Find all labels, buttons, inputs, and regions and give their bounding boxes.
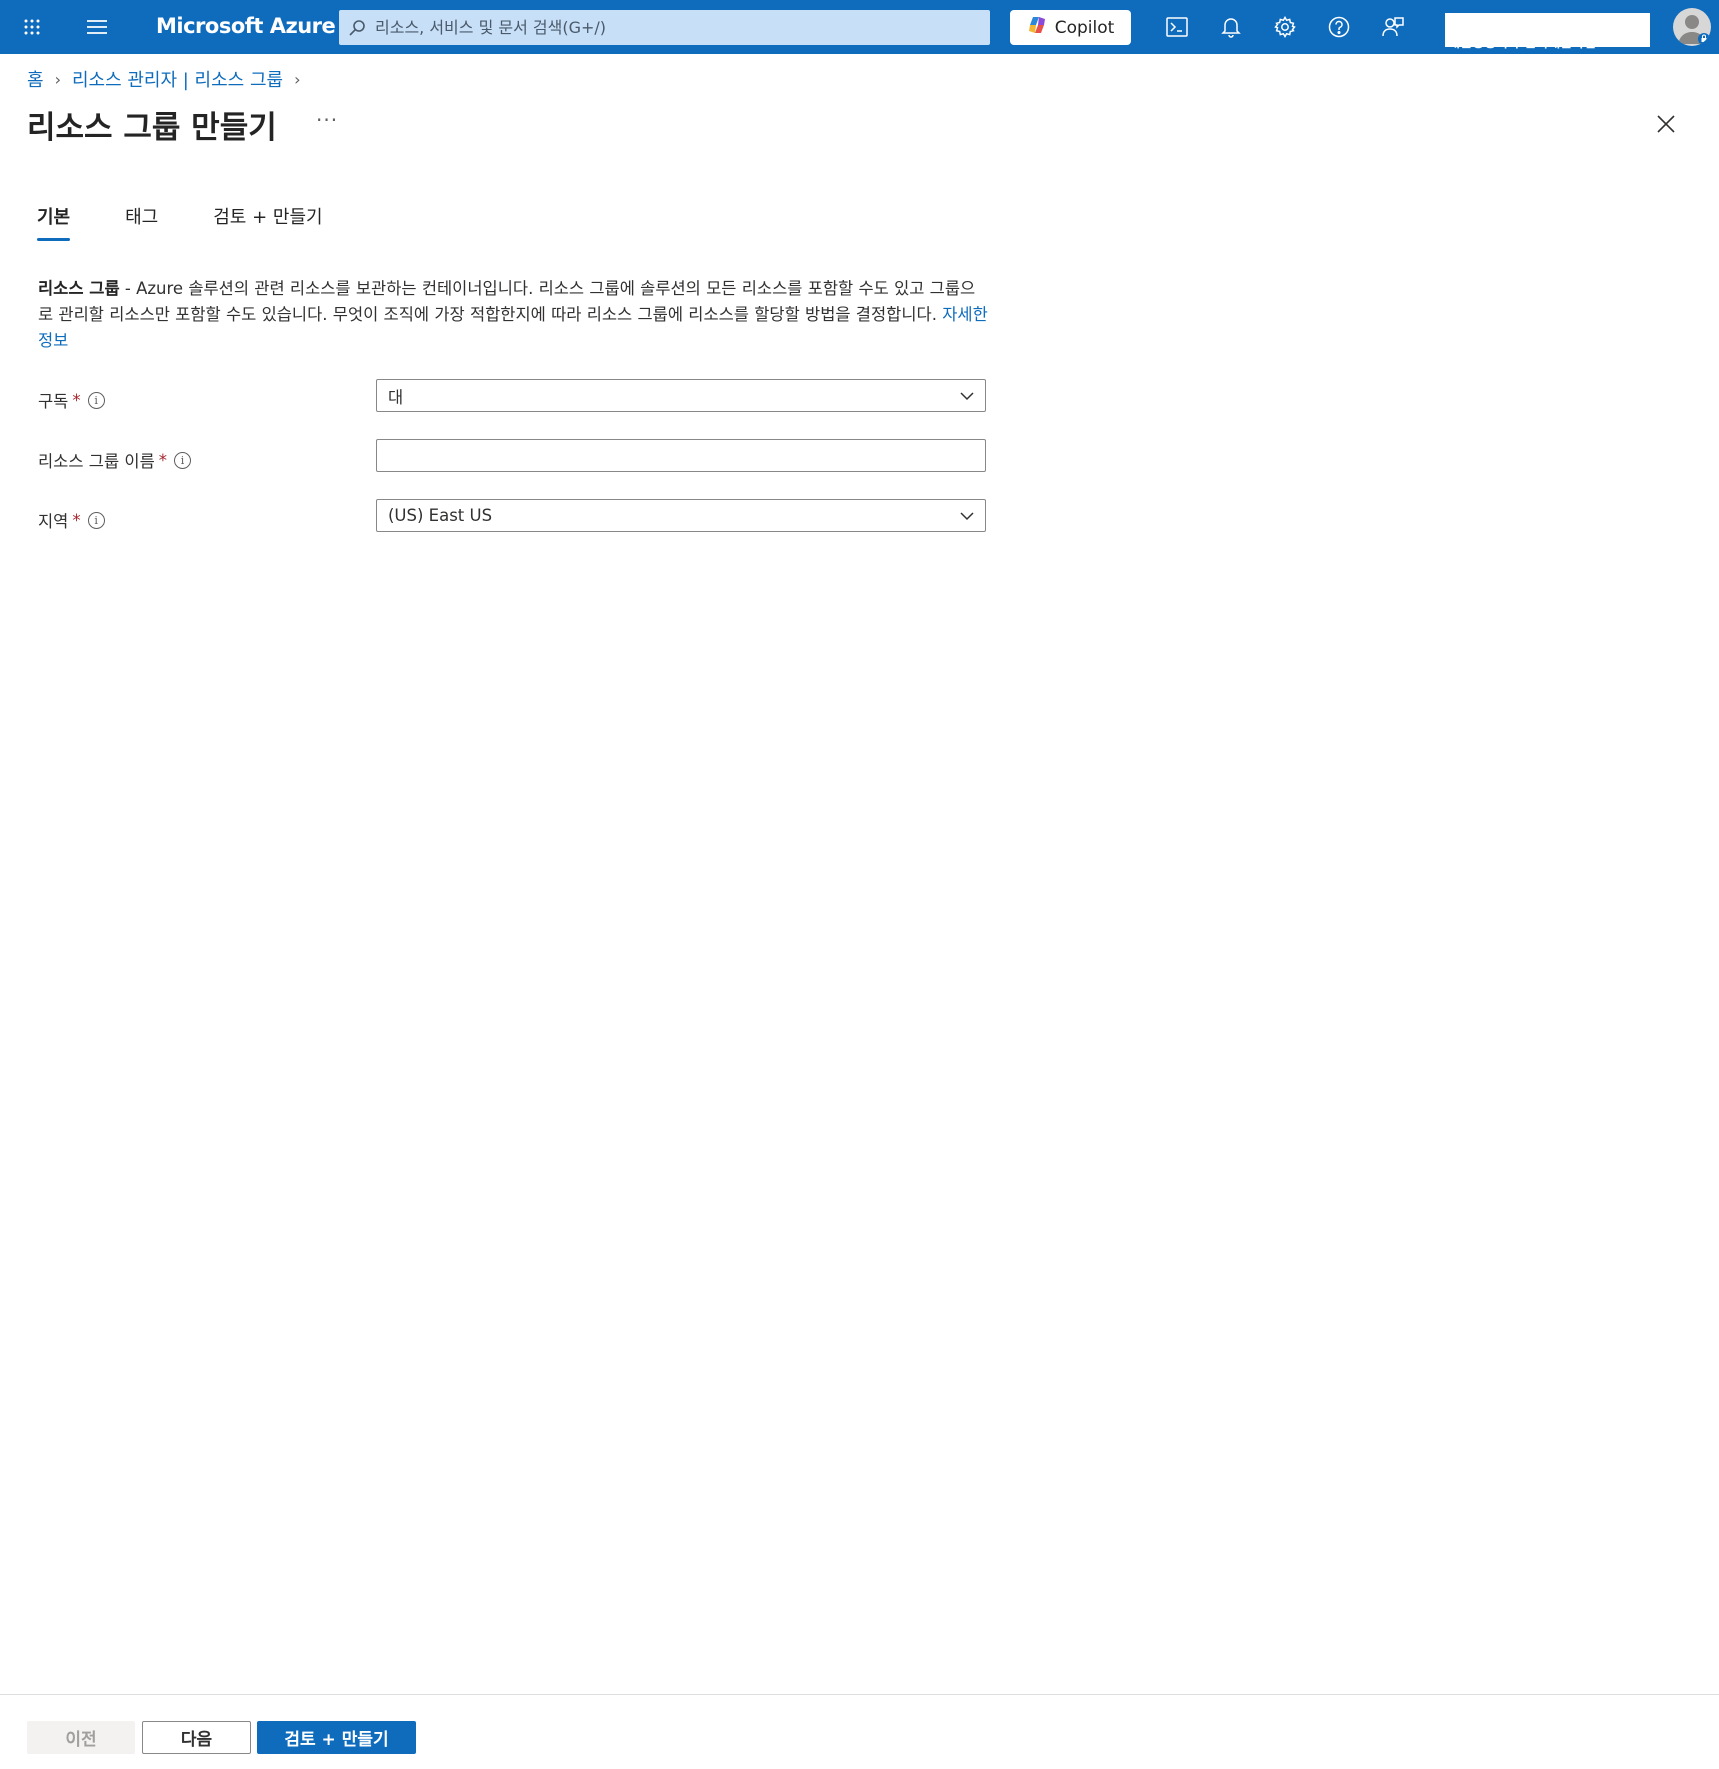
subscription-dropdown[interactable]: 대 <box>376 379 986 412</box>
info-icon[interactable]: i <box>174 451 191 469</box>
help-question-icon[interactable] <box>1319 0 1359 54</box>
feedback-icon[interactable] <box>1373 0 1413 54</box>
next-button[interactable]: 다음 <box>142 1721 251 1754</box>
tab-review-create[interactable]: 검토 + 만들기 <box>213 203 322 241</box>
resource-group-name-label: 리소스 그룹 이름 * i <box>38 448 191 472</box>
notifications-bell-icon[interactable] <box>1211 0 1251 54</box>
subscription-label-text: 구독 <box>38 392 69 411</box>
top-bar: Microsoft Azure Copilot <box>0 0 1719 54</box>
cloud-shell-icon[interactable] <box>1157 0 1197 54</box>
breadcrumb: 홈 › 리소스 관리자 | 리소스 그룹 › <box>27 66 312 92</box>
subscription-value: 대 <box>388 387 404 407</box>
footer-divider <box>0 1694 1719 1695</box>
description-term: 리소스 그룹 <box>38 279 120 298</box>
search-icon <box>339 19 375 37</box>
close-icon[interactable] <box>1652 110 1680 138</box>
brand-title[interactable]: Microsoft Azure <box>156 14 336 38</box>
chevron-down-icon <box>959 388 975 408</box>
info-icon[interactable]: i <box>87 391 105 409</box>
tab-bar: 기본 태그 검토 + 만들기 <box>37 203 323 241</box>
account-directory[interactable]: 대한정형외과 한국개발사업... <box>1448 32 1658 52</box>
tab-tags[interactable]: 태그 <box>125 203 158 241</box>
required-marker: * <box>72 510 81 530</box>
chevron-right-icon: › <box>294 69 301 89</box>
global-search[interactable] <box>339 10 990 45</box>
region-dropdown[interactable]: (US) East US <box>376 499 986 532</box>
page-title: 리소스 그룹 만들기 <box>27 110 277 146</box>
chevron-right-icon: › <box>54 69 61 89</box>
resource-group-name-label-text: 리소스 그룹 이름 <box>38 452 155 471</box>
region-label-text: 지역 <box>38 512 69 531</box>
tab-basics[interactable]: 기본 <box>37 203 71 241</box>
previous-button[interactable]: 이전 <box>27 1721 135 1754</box>
user-avatar[interactable] <box>1673 8 1711 46</box>
review-create-button[interactable]: 검토 + 만들기 <box>257 1721 416 1754</box>
copilot-icon <box>1027 15 1047 40</box>
more-options-button[interactable]: ··· <box>316 108 338 132</box>
search-input[interactable] <box>375 18 975 37</box>
hamburger-menu-icon[interactable] <box>77 0 117 54</box>
chevron-down-icon <box>959 508 975 528</box>
breadcrumb-parent-link[interactable]: 리소스 관리자 | 리소스 그룹 <box>72 66 283 92</box>
breadcrumb-home-link[interactable]: 홈 <box>27 66 44 92</box>
region-label: 지역 * i <box>38 508 105 532</box>
required-marker: * <box>72 390 81 410</box>
resource-group-name-input[interactable] <box>376 439 986 472</box>
settings-gear-icon[interactable] <box>1265 0 1305 54</box>
description-text: - Azure 솔루션의 관련 리소스를 보관하는 컨테이너입니다. 리소스 그… <box>38 279 976 324</box>
region-value: (US) East US <box>388 506 493 525</box>
resource-group-description: 리소스 그룹 - Azure 솔루션의 관련 리소스를 보관하는 컨테이너입니다… <box>38 276 990 354</box>
subscription-label: 구독 * i <box>38 388 105 412</box>
app-launcher-icon[interactable] <box>12 0 52 54</box>
copilot-label: Copilot <box>1054 17 1115 38</box>
copilot-button[interactable]: Copilot <box>1010 10 1131 45</box>
resource-group-name-field[interactable] <box>388 446 985 465</box>
info-icon[interactable]: i <box>87 511 105 529</box>
required-marker: * <box>158 450 167 470</box>
